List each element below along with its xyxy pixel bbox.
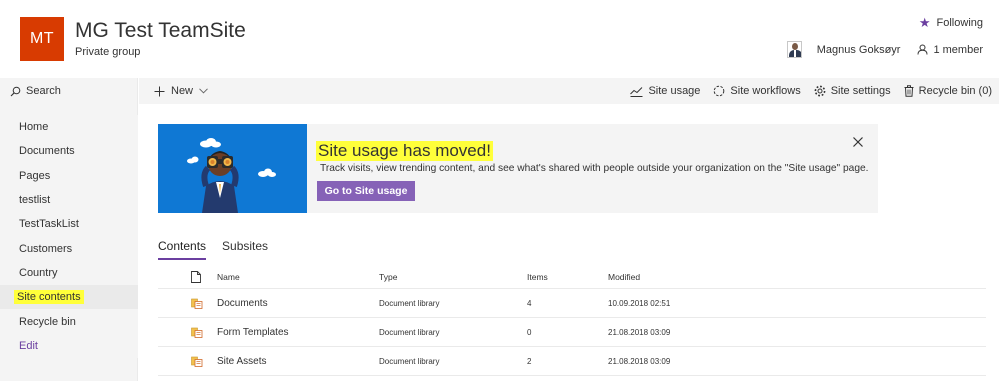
nav-item-customers[interactable]: Customers	[0, 236, 138, 261]
chevron-down-icon	[199, 88, 208, 94]
nav-item-home[interactable]: Home	[0, 115, 138, 140]
command-bar-right: Site usage Site workflows Site settings …	[617, 78, 992, 104]
column-header-items[interactable]: Items	[527, 266, 548, 288]
column-header-name[interactable]: Name	[217, 266, 240, 288]
row-type: Document library	[379, 298, 440, 308]
banner-title: Site usage has moved!	[316, 141, 493, 161]
row-type: Document library	[379, 327, 440, 337]
workflow-icon	[714, 85, 725, 97]
row-modified: 10.09.2018 02:51	[608, 298, 671, 308]
recycle-bin-button[interactable]: Recycle bin (0)	[904, 85, 992, 97]
row-modified: 21.08.2018 03:09	[608, 327, 671, 337]
file-type-header-icon[interactable]	[191, 266, 201, 288]
library-icon	[191, 347, 203, 375]
go-to-site-usage-button[interactable]: Go to Site usage	[317, 181, 415, 201]
banner-text: Track visits, view trending content, and…	[320, 163, 869, 174]
table-row[interactable]: Site Assets Document library 2 21.08.201…	[158, 347, 986, 376]
site-settings-label: Site settings	[830, 85, 891, 97]
search-box[interactable]: Search	[0, 78, 138, 104]
library-icon	[191, 318, 203, 346]
row-items: 0	[527, 327, 532, 337]
table-row[interactable]: Form Templates Document library 0 21.08.…	[158, 318, 986, 347]
gear-icon	[814, 85, 826, 97]
star-icon: ★	[918, 15, 931, 30]
nav-item-testlist[interactable]: testlist	[0, 187, 138, 213]
nav-list: Home Documents Pages testlist TestTaskLi…	[0, 115, 138, 358]
members-label: 1 member	[933, 43, 983, 56]
members-button[interactable]: 1 member	[917, 44, 983, 56]
row-type: Document library	[379, 356, 440, 366]
site-logo[interactable]: MT	[20, 17, 64, 61]
edit-label: Edit	[19, 339, 38, 352]
nav-item-label: Documents	[19, 145, 75, 158]
contents-table: Name Type Items Modified Documents Docum…	[158, 266, 986, 376]
row-name[interactable]: Form Templates	[217, 318, 289, 346]
site-workflows-button[interactable]: Site workflows	[713, 85, 801, 97]
row-modified: 21.08.2018 03:09	[608, 356, 671, 366]
binoculars-illustration	[158, 124, 307, 213]
new-label: New	[171, 85, 194, 97]
nav-item-label: Pages	[19, 169, 51, 182]
column-header-modified[interactable]: Modified	[608, 266, 640, 288]
new-button[interactable]: New	[154, 78, 208, 104]
close-icon[interactable]	[852, 136, 864, 148]
nav-item-label: Site contents	[14, 290, 84, 305]
tab-subsites[interactable]: Subsites	[222, 239, 268, 260]
table-row[interactable]: Documents Document library 4 10.09.2018 …	[158, 289, 986, 318]
tab-contents[interactable]: Contents	[158, 239, 207, 260]
person-icon	[917, 44, 928, 55]
user-name[interactable]: Magnus Goksøyr	[817, 44, 901, 56]
site-usage-banner: Site usage has moved! Track visits, view…	[158, 124, 878, 213]
nav-item-country[interactable]: Country	[0, 260, 138, 286]
avatar[interactable]	[786, 41, 802, 58]
column-header-type[interactable]: Type	[379, 266, 397, 288]
site-title[interactable]: MG Test TeamSite	[75, 19, 246, 43]
site-subtitle: Private group	[75, 46, 141, 58]
nav-item-recycle-bin[interactable]: Recycle bin	[0, 309, 138, 334]
site-header: MT MG Test TeamSite Private group ★ Foll…	[0, 0, 999, 78]
nav-item-testtasklist[interactable]: TestTaskList	[0, 212, 138, 237]
recycle-bin-label: Recycle bin (0)	[918, 85, 992, 97]
trash-icon	[904, 85, 914, 97]
row-name[interactable]: Documents	[217, 289, 268, 317]
command-bar: New Site usage Site workflows Site setti…	[139, 78, 999, 104]
site-usage-label: Site usage	[648, 85, 701, 97]
following-label: Following	[936, 16, 983, 29]
user-area: Magnus Goksøyr 1 member	[786, 41, 983, 58]
nav-item-documents[interactable]: Documents	[0, 139, 138, 164]
row-name[interactable]: Site Assets	[217, 347, 266, 375]
nav-item-label: Home	[19, 121, 49, 134]
nav-item-label: Country	[19, 266, 58, 279]
library-icon	[191, 289, 203, 317]
nav-item-label: Recycle bin	[19, 315, 76, 328]
content-tabs: Contents Subsites	[158, 239, 268, 260]
nav-item-label: testlist	[19, 194, 51, 207]
left-navigation: Search Home Documents Pages testlist Tes…	[0, 78, 138, 381]
site-usage-button[interactable]: Site usage	[630, 85, 700, 97]
nav-edit-link[interactable]: Edit	[0, 333, 138, 358]
nav-item-label: TestTaskList	[19, 218, 79, 231]
site-workflows-label: Site workflows	[730, 85, 801, 97]
search-label: Search	[26, 85, 61, 97]
row-items: 4	[527, 298, 532, 308]
table-header: Name Type Items Modified	[158, 266, 986, 289]
nav-item-label: Customers	[19, 242, 73, 255]
row-items: 2	[527, 356, 532, 366]
site-settings-button[interactable]: Site settings	[814, 85, 891, 97]
nav-item-pages[interactable]: Pages	[0, 163, 138, 188]
following-button[interactable]: ★ Following	[919, 16, 983, 29]
plus-icon	[154, 86, 165, 96]
nav-item-site-contents[interactable]: Site contents	[0, 285, 138, 310]
chart-icon	[630, 86, 643, 97]
search-icon	[10, 86, 21, 96]
